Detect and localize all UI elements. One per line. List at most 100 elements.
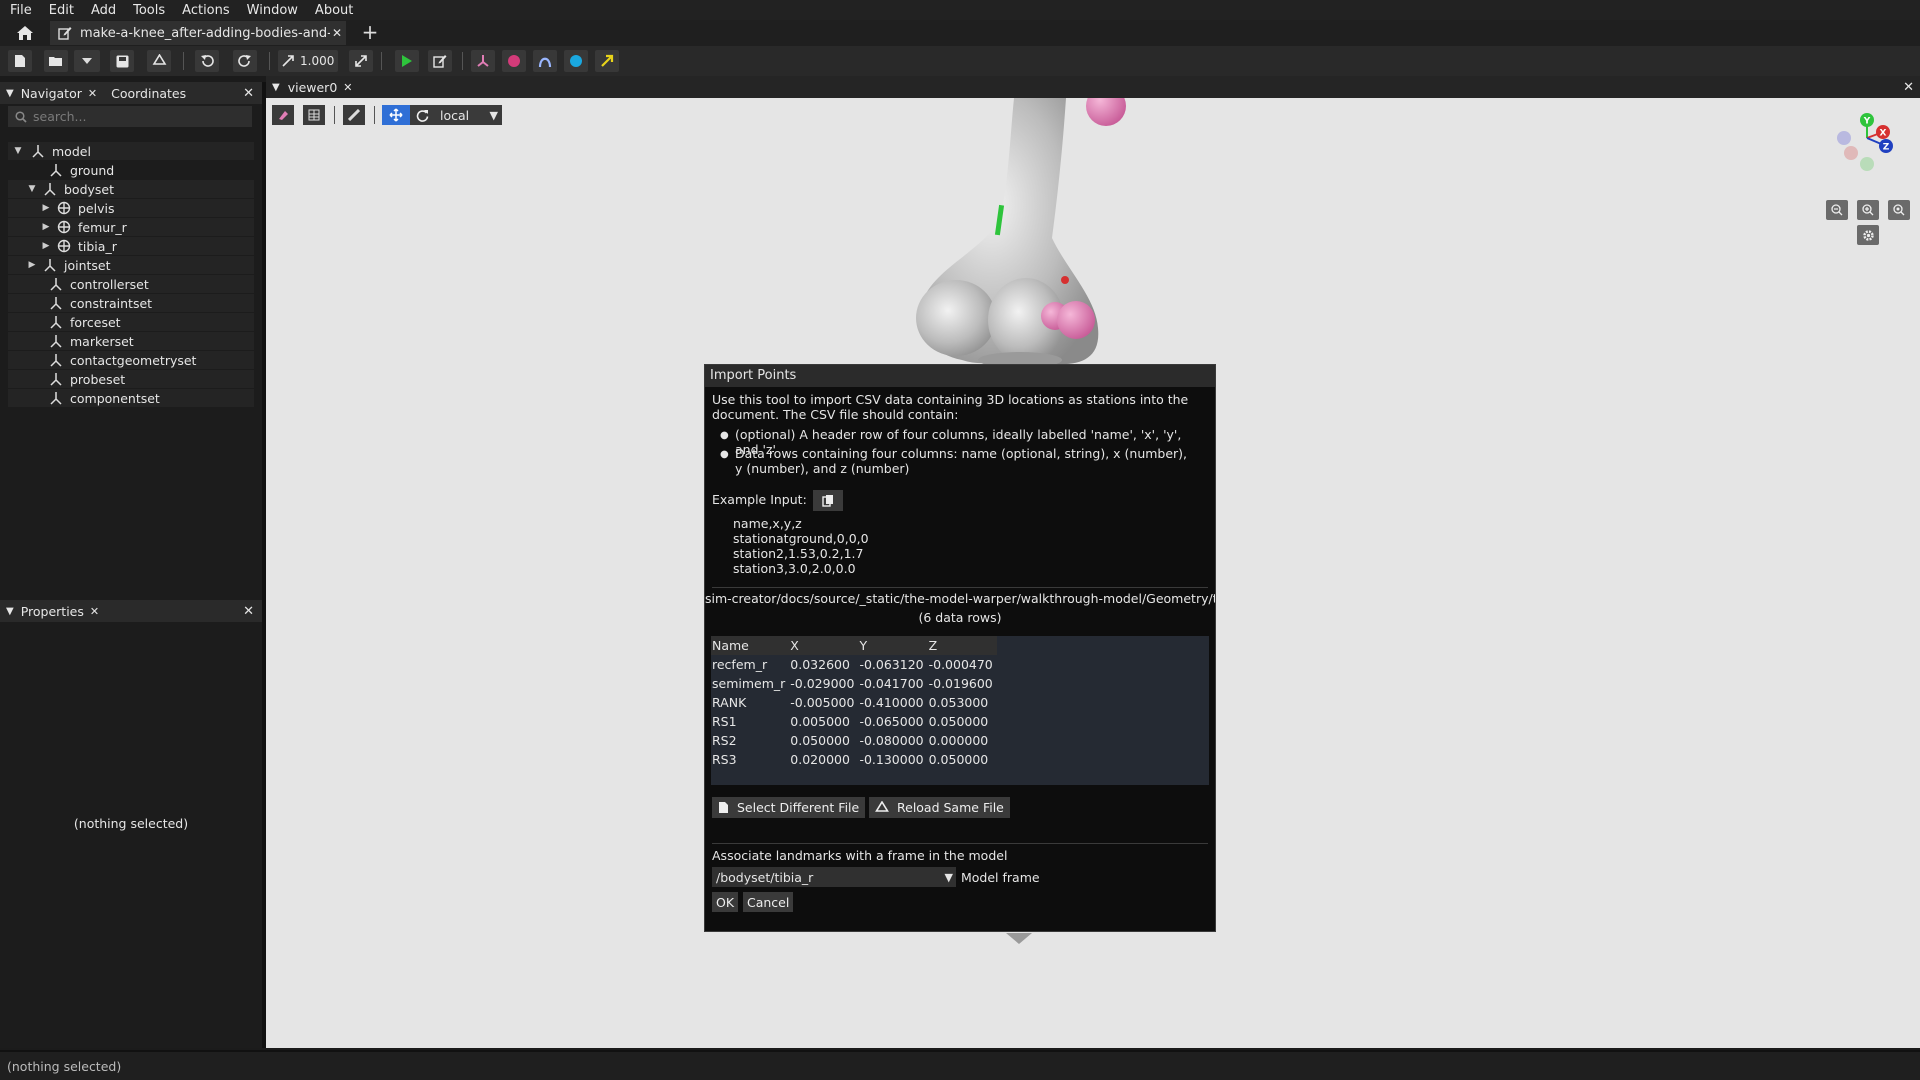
close-viewer-icon[interactable]: ✕ bbox=[1903, 80, 1914, 95]
edit-sim-settings-button[interactable] bbox=[428, 50, 452, 72]
tree-item-forceset[interactable]: forceset bbox=[8, 313, 254, 331]
cell-x: 0.005000 bbox=[790, 714, 850, 729]
tree-item-ground[interactable]: ground bbox=[8, 161, 254, 179]
add-marker-button[interactable] bbox=[502, 50, 526, 72]
reload-same-file-button[interactable]: Reload Same File bbox=[869, 797, 1010, 818]
zoom-fit-button[interactable] bbox=[1888, 200, 1910, 220]
body-icon bbox=[56, 220, 72, 234]
tree-item-markerset[interactable]: markerset bbox=[8, 332, 254, 350]
tab-close-icon[interactable]: ✕ bbox=[332, 26, 342, 40]
camera-settings-button[interactable] bbox=[1857, 225, 1879, 245]
menu-file[interactable]: File bbox=[10, 3, 32, 18]
home-tab[interactable] bbox=[10, 22, 40, 44]
set-icon bbox=[48, 296, 64, 310]
column-header: X bbox=[790, 638, 799, 653]
search-icon bbox=[15, 110, 27, 123]
column-header: Y bbox=[859, 638, 868, 653]
collapse-icon[interactable]: ▼ bbox=[6, 606, 14, 617]
frame-mode-value: local bbox=[440, 107, 470, 123]
frame-axes-icon bbox=[477, 55, 489, 67]
close-icon[interactable]: ✕ bbox=[90, 605, 99, 618]
tree-item-constraintset[interactable]: constraintset bbox=[8, 294, 254, 312]
menu-tools[interactable]: Tools bbox=[133, 3, 165, 18]
close-panel-icon[interactable]: ✕ bbox=[243, 86, 254, 101]
cell-y: -0.065000 bbox=[859, 714, 924, 729]
frame-mode-select[interactable]: local ▼ bbox=[434, 105, 502, 125]
tree-item-componentset[interactable]: componentset bbox=[8, 389, 254, 407]
expand-arrow-icon[interactable]: ▶ bbox=[26, 260, 38, 270]
zoom-out-button[interactable] bbox=[1826, 200, 1848, 220]
menu-add[interactable]: Add bbox=[91, 3, 116, 18]
new-tab-button[interactable]: + bbox=[358, 22, 382, 44]
menu-window[interactable]: Window bbox=[247, 3, 298, 18]
tab-document[interactable]: make-a-knee_after-adding-bodies-and-joir… bbox=[50, 21, 346, 45]
tree-item-contactgeometryset[interactable]: contactgeometryset bbox=[8, 351, 254, 369]
zoom-in-button[interactable] bbox=[1857, 200, 1879, 220]
properties-panel: ▼ Properties ✕ ✕ (nothing selected) bbox=[0, 600, 262, 1048]
rotate-icon bbox=[416, 109, 428, 122]
close-icon[interactable]: ✕ bbox=[88, 87, 97, 100]
expand-arrow-icon[interactable]: ▶ bbox=[40, 203, 52, 213]
dialog-title[interactable]: Import Points bbox=[705, 365, 1215, 387]
table-row: RANK -0.005000 -0.410000 0.053000 bbox=[711, 693, 997, 712]
save-button[interactable] bbox=[110, 50, 134, 72]
body-icon bbox=[56, 201, 72, 215]
cell-name: RANK bbox=[712, 695, 747, 710]
redo-button[interactable] bbox=[233, 50, 257, 72]
simulate-button[interactable] bbox=[395, 50, 419, 72]
expand-arrow-icon[interactable]: ▼ bbox=[12, 146, 24, 156]
tree-item-model[interactable]: ▼ model bbox=[8, 142, 254, 160]
set-icon bbox=[48, 353, 64, 367]
expand-arrow-icon[interactable]: ▼ bbox=[26, 184, 38, 194]
measure-button[interactable] bbox=[343, 105, 365, 125]
tab-properties[interactable]: Properties bbox=[21, 604, 84, 619]
open-file-button[interactable] bbox=[44, 50, 68, 72]
scene-grid-button[interactable] bbox=[303, 105, 325, 125]
add-contact-geometry-button[interactable] bbox=[564, 50, 588, 72]
rotate-gizmo-button[interactable] bbox=[410, 105, 434, 125]
collapse-icon[interactable]: ▼ bbox=[6, 88, 14, 99]
new-file-button[interactable] bbox=[8, 50, 32, 72]
tab-viewer[interactable]: viewer0 bbox=[288, 80, 338, 95]
select-different-file-button[interactable]: Select Different File bbox=[712, 797, 866, 818]
scale-factor-field[interactable]: 1.000 bbox=[278, 50, 338, 72]
tree-item-jointset[interactable]: ▶ jointset bbox=[8, 256, 254, 274]
add-muscle-button[interactable] bbox=[533, 50, 557, 72]
reload-button[interactable] bbox=[147, 50, 171, 72]
set-icon bbox=[48, 277, 64, 291]
add-force-button[interactable] bbox=[595, 50, 619, 72]
expand-arrow-icon[interactable]: ▶ bbox=[40, 241, 52, 251]
translate-gizmo-button[interactable] bbox=[382, 105, 410, 125]
recent-files-dropdown[interactable] bbox=[74, 50, 100, 72]
expand-arrow-icon[interactable]: ▶ bbox=[40, 222, 52, 232]
set-icon bbox=[48, 315, 64, 329]
tree-item-tibia-r[interactable]: ▶ tibia_r bbox=[8, 237, 254, 255]
model-frame-select[interactable]: /bodyset/tibia_r ▼ bbox=[712, 867, 956, 887]
tree-item-bodyset[interactable]: ▼ bodyset bbox=[8, 180, 254, 198]
autoscale-button[interactable] bbox=[349, 50, 373, 72]
tree-item-femur-r[interactable]: ▶ femur_r bbox=[8, 218, 254, 236]
close-panel-icon[interactable]: ✕ bbox=[243, 604, 254, 619]
tab-document-label: make-a-knee_after-adding-bodies-and-joir bbox=[80, 25, 330, 41]
tree-label: femur_r bbox=[78, 219, 127, 235]
collapse-icon[interactable]: ▼ bbox=[272, 82, 280, 93]
copy-example-button[interactable] bbox=[813, 490, 843, 511]
search-input[interactable]: search... bbox=[8, 106, 252, 127]
tab-navigator[interactable]: Navigator bbox=[21, 86, 82, 101]
tab-coordinates[interactable]: Coordinates bbox=[111, 86, 186, 101]
viewer-settings-button[interactable] bbox=[272, 105, 294, 125]
tree-item-pelvis[interactable]: ▶ pelvis bbox=[8, 199, 254, 217]
menu-actions[interactable]: Actions bbox=[182, 3, 230, 18]
ok-button[interactable]: OK bbox=[712, 892, 739, 912]
tree-item-probeset[interactable]: probeset bbox=[8, 370, 254, 388]
undo-button[interactable] bbox=[195, 50, 219, 72]
axes-gizmo[interactable]: Y X Z bbox=[1832, 108, 1902, 178]
close-icon[interactable]: ✕ bbox=[343, 81, 352, 94]
menu-edit[interactable]: Edit bbox=[49, 3, 74, 18]
menu-about[interactable]: About bbox=[315, 3, 353, 18]
add-body-button[interactable] bbox=[471, 50, 495, 72]
recycle-icon bbox=[875, 801, 889, 812]
status-bar: (nothing selected) bbox=[0, 1050, 1920, 1080]
cancel-button[interactable]: Cancel bbox=[743, 892, 794, 912]
tree-item-controllerset[interactable]: controllerset bbox=[8, 275, 254, 293]
